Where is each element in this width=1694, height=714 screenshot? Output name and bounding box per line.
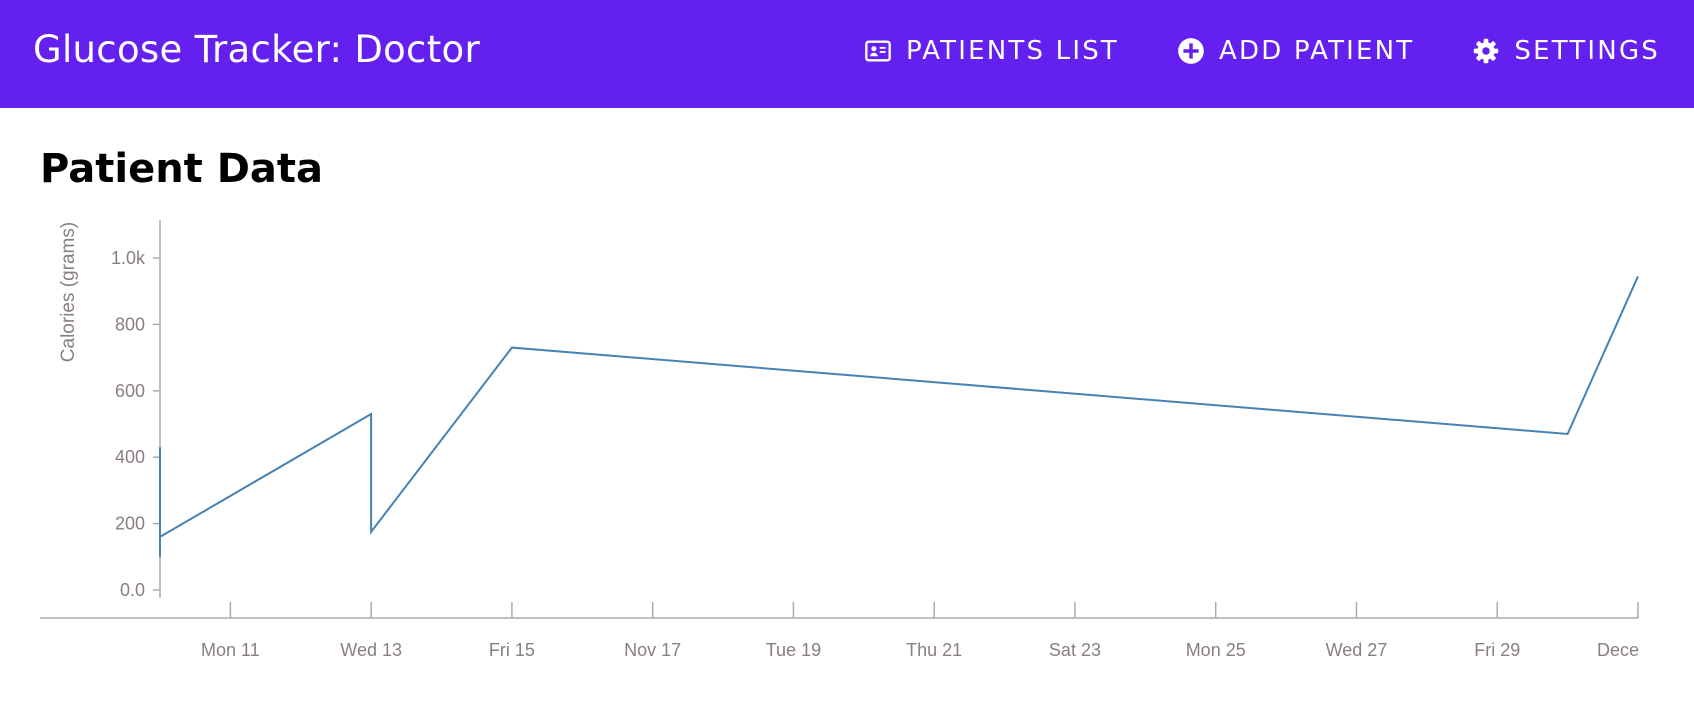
- x-tick-label: Mon 25: [1186, 640, 1246, 660]
- y-tick-label: 600: [115, 381, 145, 401]
- x-tick-label: Fri 15: [489, 640, 535, 660]
- x-tick-label: Dece: [1597, 640, 1639, 660]
- page-title: Patient Data: [40, 146, 324, 192]
- app-bar: Glucose Tracker: Doctor PATIENTS LIST AD…: [0, 0, 1694, 108]
- y-tick-label: 400: [115, 447, 145, 467]
- y-tick-label: 800: [115, 314, 145, 334]
- x-tick-label: Wed 13: [340, 640, 402, 660]
- patients-list-button[interactable]: PATIENTS LIST: [864, 36, 1119, 66]
- x-tick-label: Tue 19: [766, 640, 821, 660]
- x-tick-label: Mon 11: [201, 640, 260, 660]
- add-patient-button[interactable]: ADD PATIENT: [1177, 36, 1414, 66]
- calories-line-chart: Calories (grams) 0.0 200 400 600 800 1.0k Mon…: [40, 220, 1639, 660]
- x-axis: Mon 11 Wed 13 Fri 15 Nov 17 Tue 19 Thu 21 Sat …: [40, 602, 1639, 660]
- y-tick-label: 1.0k: [111, 248, 146, 268]
- y-tick-label: 200: [115, 514, 145, 534]
- nav-label-patients-list: PATIENTS LIST: [906, 36, 1119, 66]
- add-circle-icon: [1178, 38, 1204, 64]
- x-tick-label: Sat 23: [1049, 640, 1101, 660]
- plot-area: [159, 275, 1639, 557]
- app-title: Glucose Tracker: Doctor: [33, 28, 480, 71]
- x-tick-label: Thu 21: [906, 640, 962, 660]
- settings-button[interactable]: SETTINGS: [1472, 36, 1660, 66]
- x-tick-label: Nov 17: [624, 640, 681, 660]
- x-tick-label: Wed 27: [1326, 640, 1388, 660]
- y-axis-label: Calories (grams): [58, 222, 79, 362]
- nav-label-settings: SETTINGS: [1514, 36, 1660, 66]
- nav-label-add-patient: ADD PATIENT: [1219, 36, 1415, 66]
- gear-icon: [1474, 38, 1499, 64]
- y-axis: 0.0 200 400 600 800 1.0k: [111, 220, 161, 600]
- y-tick-label: 0.0: [120, 580, 145, 600]
- top-nav: PATIENTS LIST ADD PATIENT SETTINGS: [864, 36, 1660, 66]
- series-line-0: [159, 275, 1639, 557]
- x-tick-label: Fri 29: [1474, 640, 1520, 660]
- id-card-icon: [865, 40, 891, 62]
